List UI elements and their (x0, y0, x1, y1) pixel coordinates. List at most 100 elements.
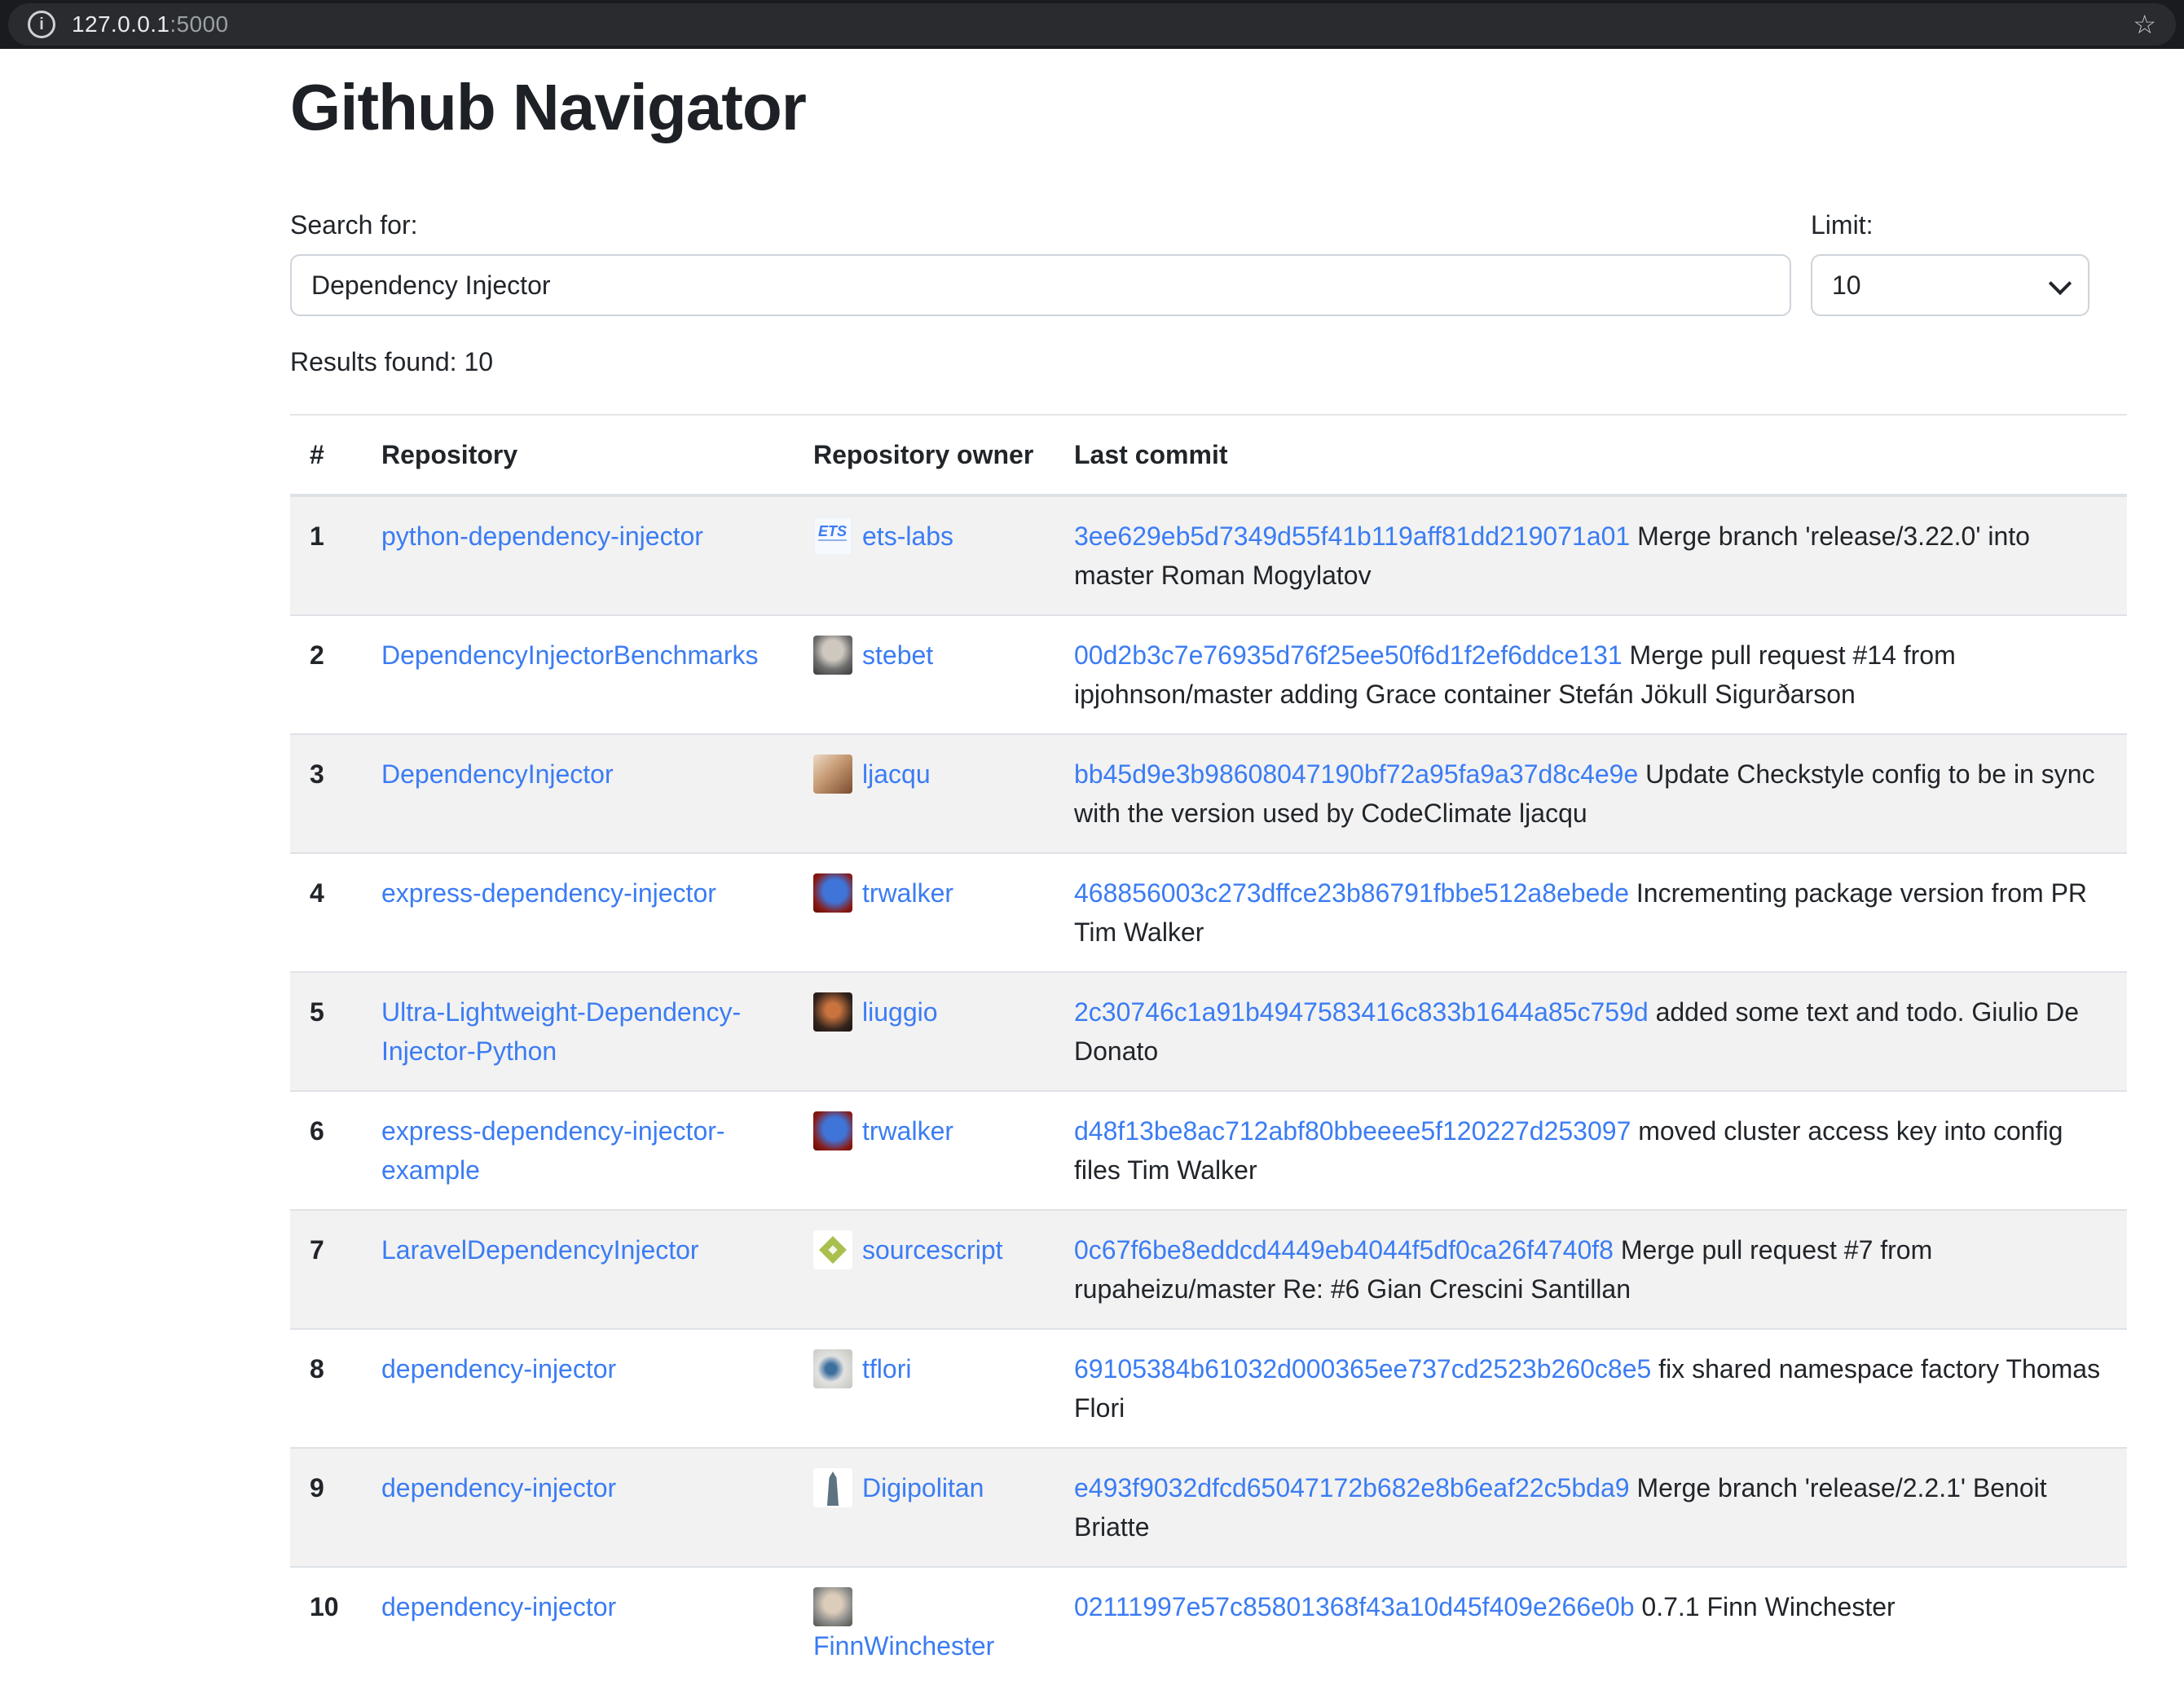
commit-hash-link[interactable]: bb45d9e3b98608047190bf72a95fa9a37d8c4e9e (1074, 759, 1638, 789)
repo-link[interactable]: python-dependency-injector (381, 521, 703, 551)
owner-link[interactable]: stebet (862, 640, 933, 670)
owner-avatar (813, 755, 852, 794)
owner-cell: tflori (794, 1329, 1055, 1448)
url-host: 127.0.0.1 (72, 11, 170, 37)
row-number: 7 (290, 1210, 362, 1329)
owner-cell: trwalker (794, 853, 1055, 972)
commit-hash-link[interactable]: 02111997e57c85801368f43a10d45f409e266e0b (1074, 1592, 1635, 1621)
repo-link[interactable]: express-dependency-injector-example (381, 1116, 725, 1185)
bookmark-star-icon[interactable]: ☆ (2133, 11, 2156, 37)
owner-avatar: ETS (813, 517, 852, 556)
commit-cell: 2c30746c1a91b4947583416c833b1644a85c759d… (1055, 972, 2127, 1091)
owner-avatar (813, 1468, 852, 1507)
table-row: 10 dependency-injector FinnWinchester 02… (290, 1567, 2127, 1685)
header-number: # (290, 415, 362, 495)
owner-avatar (813, 1111, 852, 1150)
commit-hash-link[interactable]: 0c67f6be8eddcd4449eb4044f5df0ca26f4740f8 (1074, 1235, 1614, 1265)
repo-link[interactable]: Ultra-Lightweight-Dependency-Injector-Py… (381, 997, 741, 1066)
table-body: 1 python-dependency-injector ETS ets-labs… (290, 495, 2127, 1685)
commit-hash-link[interactable]: 2c30746c1a91b4947583416c833b1644a85c759d (1074, 997, 1649, 1027)
browser-address-bar[interactable]: i 127.0.0.1:5000 ☆ (8, 3, 2176, 46)
owner-cell: ETS ets-labs (794, 495, 1055, 615)
commit-cell: 02111997e57c85801368f43a10d45f409e266e0b… (1055, 1567, 2127, 1685)
commit-cell: 0c67f6be8eddcd4449eb4044f5df0ca26f4740f8… (1055, 1210, 2127, 1329)
table-row: 5 Ultra-Lightweight-Dependency-Injector-… (290, 972, 2127, 1091)
repository-cell: dependency-injector (362, 1448, 794, 1567)
owner-link[interactable]: tflori (862, 1354, 911, 1384)
owner-link[interactable]: trwalker (862, 878, 953, 908)
owner-avatar (813, 1587, 852, 1626)
owner-link[interactable]: FinnWinchester (813, 1631, 994, 1661)
results-table: # Repository Repository owner Last commi… (290, 414, 2127, 1685)
header-repository-owner: Repository owner (794, 415, 1055, 495)
repo-link[interactable]: dependency-injector (381, 1354, 616, 1384)
repository-cell: express-dependency-injector-example (362, 1091, 794, 1210)
commit-cell: bb45d9e3b98608047190bf72a95fa9a37d8c4e9e… (1055, 734, 2127, 853)
repository-cell: Ultra-Lightweight-Dependency-Injector-Py… (362, 972, 794, 1091)
repository-cell: express-dependency-injector (362, 853, 794, 972)
main-content: Github Navigator Search for: Limit: 10 R… (290, 68, 2127, 1685)
owner-link[interactable]: sourcescript (862, 1235, 1003, 1265)
owner-link[interactable]: ets-labs (862, 521, 953, 551)
owner-link[interactable]: Digipolitan (862, 1473, 984, 1502)
table-row: 4 express-dependency-injector trwalker 4… (290, 853, 2127, 972)
row-number: 4 (290, 853, 362, 972)
url-text: 127.0.0.1:5000 (72, 11, 228, 37)
owner-cell: trwalker (794, 1091, 1055, 1210)
table-row: 8 dependency-injector tflori 69105384b61… (290, 1329, 2127, 1448)
commit-hash-link[interactable]: 3ee629eb5d7349d55f41b119aff81dd219071a01 (1074, 521, 1630, 551)
repo-link[interactable]: DependencyInjector (381, 759, 614, 789)
owner-avatar (813, 873, 852, 913)
search-label: Search for: (290, 205, 1791, 244)
row-number: 6 (290, 1091, 362, 1210)
limit-select-wrap: 10 (1811, 254, 2089, 316)
repository-cell: DependencyInjectorBenchmarks (362, 615, 794, 734)
repo-link[interactable]: express-dependency-injector (381, 878, 716, 908)
table-row: 1 python-dependency-injector ETS ets-labs… (290, 495, 2127, 615)
repo-link[interactable]: dependency-injector (381, 1473, 616, 1502)
table-header: # Repository Repository owner Last commi… (290, 415, 2127, 495)
commit-cell: e493f9032dfcd65047172b682e8b6eaf22c5bda9… (1055, 1448, 2127, 1567)
commit-cell: 468856003c273dffce23b86791fbbe512a8ebede… (1055, 853, 2127, 972)
repository-cell: dependency-injector (362, 1567, 794, 1685)
table-row: 6 express-dependency-injector-example tr… (290, 1091, 2127, 1210)
owner-avatar (813, 992, 852, 1032)
repository-cell: python-dependency-injector (362, 495, 794, 615)
page-title: Github Navigator (290, 68, 2127, 147)
search-input[interactable] (290, 254, 1791, 316)
table-row: 2 DependencyInjectorBenchmarks stebet 00… (290, 615, 2127, 734)
search-column: Search for: (290, 205, 1791, 316)
commit-cell: d48f13be8ac712abf80bbeeee5f120227d253097… (1055, 1091, 2127, 1210)
header-last-commit: Last commit (1055, 415, 2127, 495)
repository-cell: LaravelDependencyInjector (362, 1210, 794, 1329)
limit-select[interactable]: 10 (1811, 254, 2089, 316)
owner-link[interactable]: ljacqu (862, 759, 931, 789)
owner-cell: ljacqu (794, 734, 1055, 853)
commit-hash-link[interactable]: d48f13be8ac712abf80bbeeee5f120227d253097 (1074, 1116, 1631, 1146)
commit-hash-link[interactable]: 468856003c273dffce23b86791fbbe512a8ebede (1074, 878, 1629, 908)
owner-link[interactable]: liuggio (862, 997, 938, 1027)
sourcescript-diamond-icon (819, 1236, 847, 1264)
repository-cell: DependencyInjector (362, 734, 794, 853)
commit-hash-link[interactable]: 00d2b3c7e76935d76f25ee50f6d1f2ef6ddce131 (1074, 640, 1623, 670)
commit-hash-link[interactable]: e493f9032dfcd65047172b682e8b6eaf22c5bda9 (1074, 1473, 1630, 1502)
row-number: 1 (290, 495, 362, 615)
browser-window: i 127.0.0.1:5000 ☆ Github Navigator Sear… (0, 0, 2184, 1639)
row-number: 5 (290, 972, 362, 1091)
row-number: 8 (290, 1329, 362, 1448)
commit-hash-link[interactable]: 69105384b61032d000365ee737cd2523b260c8e5 (1074, 1354, 1651, 1384)
commit-cell: 69105384b61032d000365ee737cd2523b260c8e5… (1055, 1329, 2127, 1448)
owner-avatar (813, 1349, 852, 1388)
repository-cell: dependency-injector (362, 1329, 794, 1448)
owner-avatar (813, 1230, 852, 1269)
repo-link[interactable]: DependencyInjectorBenchmarks (381, 640, 758, 670)
limit-column: Limit: 10 (1811, 205, 2089, 316)
row-number: 2 (290, 615, 362, 734)
owner-cell: FinnWinchester (794, 1567, 1055, 1685)
row-number: 10 (290, 1567, 362, 1685)
info-icon[interactable]: i (28, 11, 55, 38)
repo-link[interactable]: dependency-injector (381, 1592, 616, 1621)
owner-link[interactable]: trwalker (862, 1116, 953, 1146)
url-port: :5000 (170, 11, 228, 37)
repo-link[interactable]: LaravelDependencyInjector (381, 1235, 699, 1265)
